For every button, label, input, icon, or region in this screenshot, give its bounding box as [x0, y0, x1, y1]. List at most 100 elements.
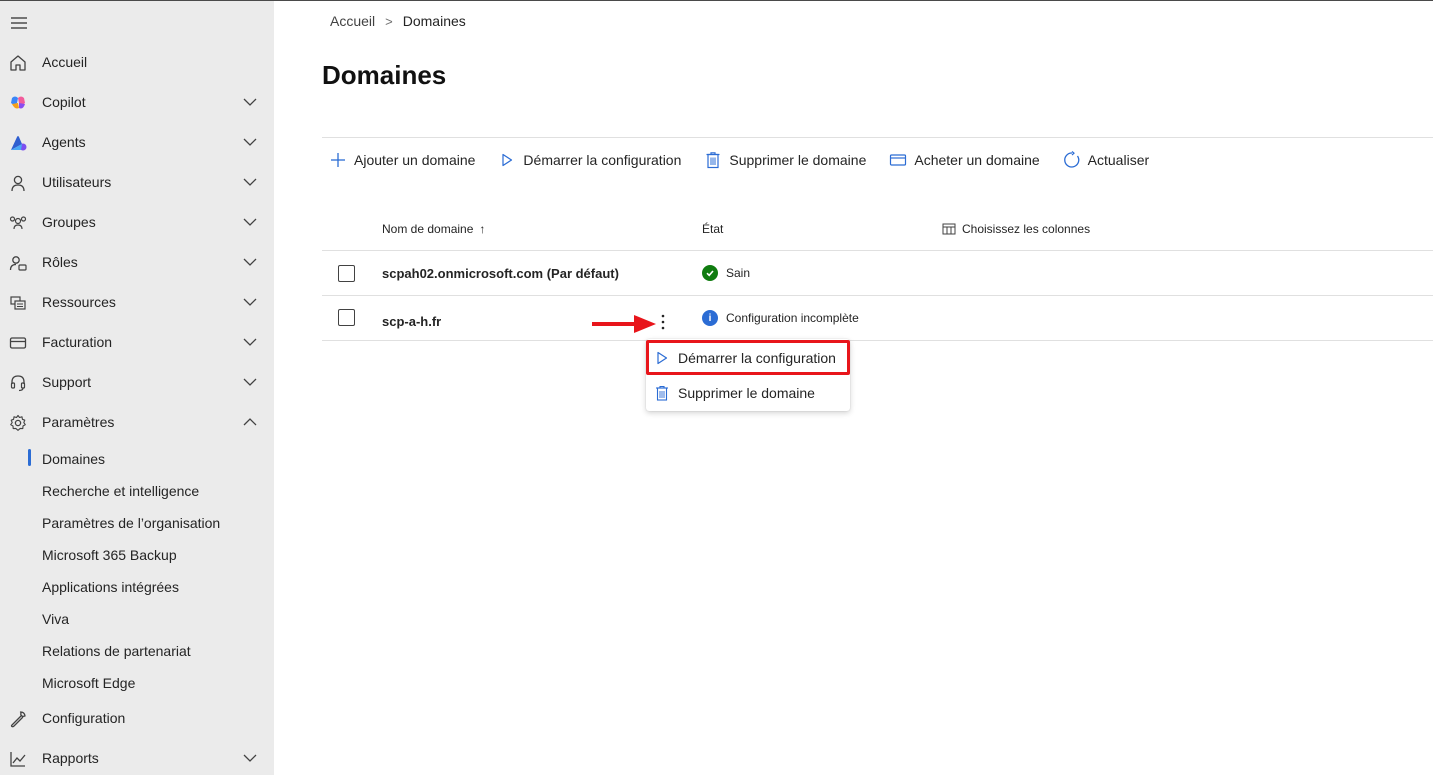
buy-domain-button[interactable]: Acheter un domaine — [882, 148, 1040, 172]
sidebar-subitem-label: Domaines — [42, 451, 106, 467]
start-setup-label: Démarrer la configuration — [523, 152, 682, 168]
sidebar-item-configuration[interactable]: Configuration — [0, 698, 274, 738]
sidebar-item-label: Facturation — [42, 334, 113, 350]
column-header-domain-name[interactable]: Nom de domaine ↑ — [382, 222, 485, 236]
sidebar-item-roles[interactable]: Rôles — [0, 242, 274, 282]
wrench-icon — [8, 709, 28, 729]
copilot-icon — [8, 93, 28, 113]
add-domain-button[interactable]: Ajouter un domaine — [322, 148, 475, 172]
sidebar-item-accueil[interactable]: Accueil — [0, 42, 274, 82]
sidebar-item-label: Rapports — [42, 750, 99, 766]
sidebar-item-rapports[interactable]: Rapports — [0, 738, 274, 778]
gear-icon — [8, 413, 28, 433]
toolbar: Ajouter un domaine Démarrer la configura… — [322, 148, 1165, 172]
breadcrumb: Accueil > Domaines — [330, 13, 466, 29]
sidebar-subitem-m365-backup[interactable]: Microsoft 365 Backup — [0, 538, 274, 570]
domain-state: Sain — [702, 265, 750, 281]
refresh-button[interactable]: Actualiser — [1056, 148, 1149, 172]
delete-domain-label: Supprimer le domaine — [729, 152, 867, 168]
menu-item-label: Supprimer le domaine — [678, 385, 815, 401]
more-actions-icon[interactable] — [657, 311, 669, 333]
sidebar-item-agents[interactable]: Agents — [0, 122, 274, 162]
headset-icon — [8, 373, 28, 393]
toolbar-divider — [322, 137, 1433, 138]
choose-columns-button[interactable]: Choisissez les colonnes — [942, 222, 1090, 236]
table-row[interactable]: scpah02.onmicrosoft.com (Par défaut) Sai… — [322, 251, 1433, 295]
sidebar: Accueil Copilot Agents Utilisateurs Grou… — [0, 1, 274, 775]
domain-name[interactable]: scp-a-h.fr — [382, 314, 441, 329]
home-icon — [8, 53, 28, 73]
row-divider — [322, 340, 1433, 341]
sidebar-item-parametres[interactable]: Paramètres — [0, 402, 274, 442]
columns-icon — [942, 223, 956, 235]
sidebar-item-label: Paramètres — [42, 414, 115, 430]
sidebar-item-label: Copilot — [42, 94, 86, 110]
column-header-label: Nom de domaine — [382, 222, 474, 236]
sidebar-item-label: Groupes — [42, 214, 96, 230]
group-icon — [8, 213, 28, 233]
sidebar-subitem-parametres-organisation[interactable]: Paramètres de l’organisation — [0, 506, 274, 538]
sidebar-item-copilot[interactable]: Copilot — [0, 82, 274, 122]
sidebar-subitem-label: Relations de partenariat — [42, 643, 191, 659]
plus-icon — [328, 150, 348, 170]
sidebar-item-utilisateurs[interactable]: Utilisateurs — [0, 162, 274, 202]
sidebar-item-label: Configuration — [42, 710, 126, 726]
table-row[interactable]: scp-a-h.fr i Configuration incomplète — [322, 296, 1433, 340]
chevron-right-icon: > — [385, 13, 393, 29]
chevron-down-icon — [243, 258, 257, 266]
domain-state-label: Configuration incomplète — [726, 311, 859, 325]
trash-icon — [654, 385, 670, 401]
hamburger-menu-icon[interactable] — [10, 15, 28, 31]
sidebar-item-label: Support — [42, 374, 92, 390]
start-setup-button[interactable]: Démarrer la configuration — [491, 148, 681, 172]
menu-item-start-setup[interactable]: Démarrer la configuration — [646, 341, 850, 375]
sidebar-subitem-label: Recherche et intelligence — [42, 483, 200, 499]
sidebar-subitem-label: Microsoft Edge — [42, 675, 136, 691]
sidebar-item-facturation[interactable]: Facturation — [0, 322, 274, 362]
play-icon — [654, 350, 670, 366]
billing-icon — [8, 333, 28, 353]
chevron-down-icon — [243, 138, 257, 146]
breadcrumb-current: Domaines — [402, 13, 466, 29]
page-title: Domaines — [322, 60, 447, 90]
chevron-down-icon — [243, 338, 257, 346]
sidebar-item-ressources[interactable]: Ressources — [0, 282, 274, 322]
chevron-down-icon — [243, 218, 257, 226]
sidebar-subitem-edge[interactable]: Microsoft Edge — [0, 666, 274, 698]
sidebar-item-label: Rôles — [42, 254, 78, 270]
domain-name[interactable]: scpah02.onmicrosoft.com (Par défaut) — [382, 266, 619, 281]
chart-icon — [8, 749, 28, 769]
sidebar-item-label: Agents — [42, 134, 86, 150]
choose-columns-label: Choisissez les colonnes — [962, 222, 1091, 236]
sidebar-item-groupes[interactable]: Groupes — [0, 202, 274, 242]
chevron-down-icon — [243, 98, 257, 106]
delete-domain-button[interactable]: Supprimer le domaine — [697, 148, 866, 172]
add-domain-label: Ajouter un domaine — [354, 152, 476, 168]
refresh-label: Actualiser — [1087, 152, 1150, 168]
row-checkbox[interactable] — [338, 309, 355, 326]
sidebar-subitem-label: Viva — [42, 611, 69, 627]
menu-item-delete-domain[interactable]: Supprimer le domaine — [646, 376, 850, 410]
row-checkbox[interactable] — [338, 265, 355, 282]
card-icon — [888, 150, 908, 170]
chevron-down-icon — [243, 298, 257, 306]
sidebar-item-label: Accueil — [42, 54, 88, 70]
chevron-down-icon — [243, 378, 257, 386]
sidebar-subitem-recherche[interactable]: Recherche et intelligence — [0, 474, 274, 506]
refresh-icon — [1062, 150, 1082, 170]
sidebar-subitem-domaines[interactable]: Domaines — [0, 442, 274, 474]
person-icon — [8, 173, 28, 193]
sidebar-item-label: Ressources — [42, 294, 116, 310]
sidebar-subitem-label: Paramètres de l’organisation — [42, 515, 221, 531]
sidebar-item-support[interactable]: Support — [0, 362, 274, 402]
active-indicator — [28, 449, 31, 466]
sort-ascending-icon: ↑ — [479, 222, 486, 236]
sidebar-subitem-viva[interactable]: Viva — [0, 602, 274, 634]
sidebar-subitem-applications[interactable]: Applications intégrées — [0, 570, 274, 602]
breadcrumb-home[interactable]: Accueil — [330, 13, 375, 29]
column-header-state[interactable]: État — [702, 222, 723, 236]
play-icon — [497, 150, 517, 170]
chevron-down-icon — [243, 178, 257, 186]
menu-item-label: Démarrer la configuration — [678, 350, 836, 366]
sidebar-subitem-partenariat[interactable]: Relations de partenariat — [0, 634, 274, 666]
